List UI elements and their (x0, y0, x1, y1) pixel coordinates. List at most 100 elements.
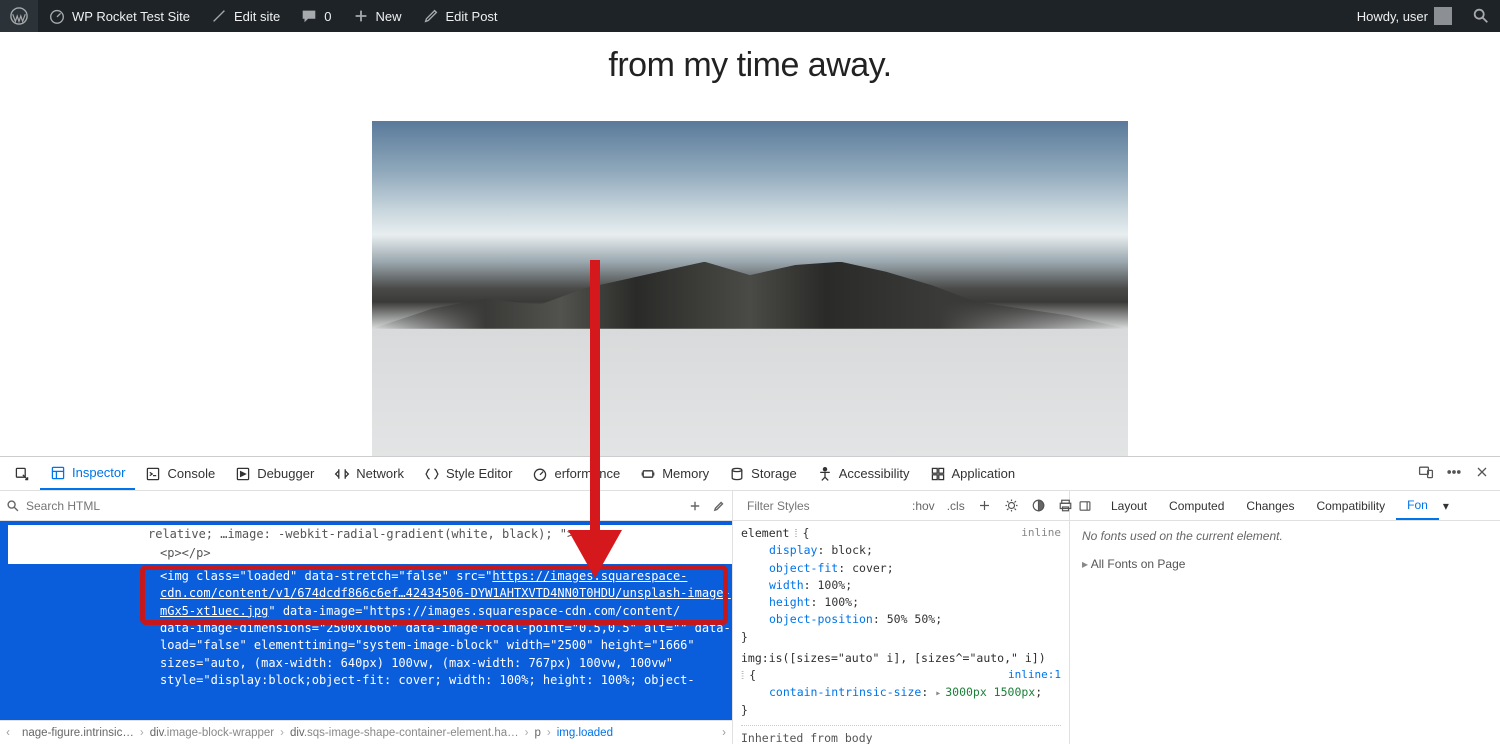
crumb[interactable]: p (528, 727, 546, 739)
new-rule-button[interactable] (975, 498, 994, 513)
tab-changes[interactable]: Changes (1235, 491, 1305, 520)
rule-selector: img:is([sizes="auto" i], [sizes^="auto,"… (741, 651, 1046, 682)
tab-label: Application (952, 466, 1016, 481)
rule-selector: element (741, 526, 796, 540)
styles-panel: :hov .cls element {inline display: block… (733, 491, 1070, 744)
comment-icon (300, 7, 318, 25)
kebab-icon (1446, 464, 1462, 480)
pick-element-button[interactable] (4, 457, 40, 490)
html-selected-node: <img class="loaded" data-stretch="false"… (8, 564, 732, 690)
contrast-icon (1031, 498, 1046, 513)
user-avatar-icon (1434, 7, 1452, 25)
console-icon (145, 466, 161, 482)
howdy-text: Howdy, user (1357, 9, 1428, 24)
hov-toggle[interactable]: :hov (910, 499, 937, 513)
performance-icon (532, 466, 548, 482)
howdy-user[interactable]: Howdy, user (1347, 0, 1462, 32)
tab-console[interactable]: Console (135, 457, 225, 490)
application-icon (930, 466, 946, 482)
tab-compatibility[interactable]: Compatibility (1305, 491, 1396, 520)
tab-label: Accessibility (839, 466, 910, 481)
eyedropper-icon[interactable] (712, 499, 726, 513)
hero-image (372, 121, 1128, 456)
sidebar-panel: Layout Computed Changes Compatibility Fo… (1070, 491, 1500, 744)
html-source[interactable]: relative; …image: -webkit-radial-gradien… (0, 521, 732, 720)
tab-label: Memory (662, 466, 709, 481)
search-icon (1472, 7, 1490, 25)
brush-icon (210, 7, 228, 25)
html-line: <p></p> (8, 544, 732, 563)
tab-label: Storage (751, 466, 797, 481)
filter-styles-input[interactable] (747, 499, 902, 513)
tab-performance[interactable]: erformance (522, 457, 630, 490)
crumb-next[interactable]: › (716, 727, 732, 739)
tab-fonts[interactable]: Fon (1396, 491, 1439, 520)
tab-memory[interactable]: Memory (630, 457, 719, 490)
toggle-sidebar-button[interactable] (1070, 491, 1100, 520)
admin-search-button[interactable] (1462, 0, 1500, 32)
new-link[interactable]: New (342, 0, 412, 32)
tab-application[interactable]: Application (920, 457, 1026, 490)
sun-icon (1004, 498, 1019, 513)
light-scheme-button[interactable] (1002, 498, 1021, 513)
page-content: from my time away. (0, 32, 1500, 456)
styles-rules[interactable]: element {inline display: block; object-f… (733, 521, 1069, 744)
crumb-active[interactable]: img.loaded (551, 727, 619, 739)
sidebar-tabs: Layout Computed Changes Compatibility Fo… (1070, 491, 1500, 521)
plus-icon (352, 7, 370, 25)
picker-icon (14, 466, 30, 482)
all-fonts-expander[interactable]: All Fonts on Page (1082, 557, 1488, 571)
crumb[interactable]: div.image-block-wrapper (144, 727, 280, 739)
responsive-mode-button[interactable] (1412, 464, 1440, 483)
edit-site-link[interactable]: Edit site (200, 0, 290, 32)
inspector-icon (50, 465, 66, 481)
devtools-close-button[interactable] (1468, 464, 1496, 483)
crumb-prev[interactable]: ‹ (0, 727, 16, 739)
contrast-button[interactable] (1029, 498, 1048, 513)
add-icon[interactable] (688, 499, 702, 513)
wp-logo[interactable] (0, 0, 38, 32)
tab-style-editor[interactable]: Style Editor (414, 457, 522, 490)
style-editor-icon (424, 466, 440, 482)
devices-icon (1418, 464, 1434, 480)
tab-storage[interactable]: Storage (719, 457, 807, 490)
html-line: relative; …image: -webkit-radial-gradien… (8, 525, 732, 544)
edit-post-link[interactable]: Edit Post (412, 0, 508, 32)
storage-icon (729, 466, 745, 482)
tab-inspector[interactable]: Inspector (40, 457, 135, 490)
devtools-menu-button[interactable] (1440, 464, 1468, 483)
comments-link[interactable]: 0 (290, 0, 341, 32)
tab-label: Debugger (257, 466, 314, 481)
breadcrumbs: ‹ nage-figure.intrinsic… › div.image-bloc… (0, 720, 732, 744)
tab-layout[interactable]: Layout (1100, 491, 1158, 520)
styles-toolbar: :hov .cls (733, 491, 1069, 521)
fonts-body: No fonts used on the current element. Al… (1070, 521, 1500, 579)
html-panel: relative; …image: -webkit-radial-gradien… (0, 491, 733, 744)
cls-toggle[interactable]: .cls (945, 499, 967, 513)
edit-post-text: Edit Post (446, 9, 498, 24)
tab-computed[interactable]: Computed (1158, 491, 1235, 520)
accessibility-icon (817, 466, 833, 482)
post-headline: from my time away. (608, 46, 891, 85)
pencil-icon (422, 7, 440, 25)
memory-icon (640, 466, 656, 482)
gauge-icon (48, 7, 66, 25)
html-toolbar (0, 491, 732, 521)
tab-accessibility[interactable]: Accessibility (807, 457, 920, 490)
tab-label: erformance (554, 466, 620, 481)
rule-source[interactable]: inline:1 (1008, 667, 1061, 684)
site-name-link[interactable]: WP Rocket Test Site (38, 0, 200, 32)
wordpress-icon (10, 7, 28, 25)
edit-site-text: Edit site (234, 9, 280, 24)
html-search-input[interactable] (26, 499, 682, 513)
crumb[interactable]: div.sqs-image-shape-container-element.ha… (284, 727, 525, 739)
rule-source[interactable]: inline (1021, 525, 1061, 542)
tab-overflow[interactable]: ▾ (1439, 491, 1453, 520)
no-fonts-message: No fonts used on the current element. (1082, 529, 1488, 543)
site-name-text: WP Rocket Test Site (72, 9, 190, 24)
sidebar-icon (1078, 499, 1092, 513)
crumb[interactable]: nage-figure.intrinsic… (16, 727, 140, 739)
tab-debugger[interactable]: Debugger (225, 457, 324, 490)
tab-network[interactable]: Network (324, 457, 414, 490)
inherited-section: Inherited from body (741, 725, 1061, 744)
